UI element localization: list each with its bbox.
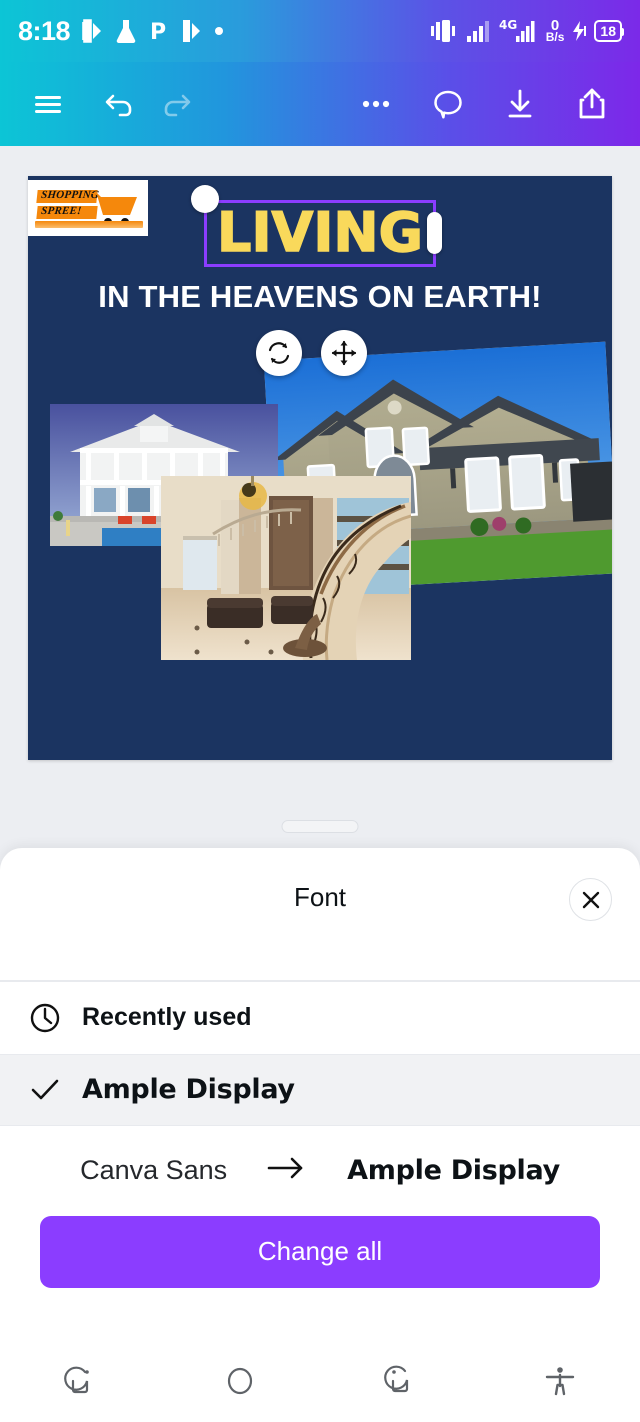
- battery-indicator: 18: [594, 19, 624, 43]
- recently-used-label: Recently used: [82, 1003, 252, 1031]
- sheet-drag-handle[interactable]: [281, 820, 359, 833]
- headline-text[interactable]: LIVING: [216, 204, 423, 262]
- font-compare-from: Canva Sans: [80, 1155, 228, 1185]
- p-icon: P: [149, 18, 169, 44]
- sheet-title: Font: [293, 882, 347, 912]
- font-option-label: Ample Display: [82, 1074, 295, 1105]
- headline-block: LIVING: [28, 185, 612, 267]
- media-badge-icon: [81, 18, 103, 44]
- status-bar-left: 8:18 P: [18, 15, 225, 46]
- photo-interior-staircase[interactable]: [161, 476, 411, 660]
- undo-icon: [105, 94, 132, 117]
- font-option-ample-display[interactable]: Ample Display: [0, 1053, 640, 1126]
- media-badge-icon: [180, 18, 202, 44]
- status-bar: 8:18 P 4G 0 B/s 18: [0, 0, 640, 62]
- arrow-right-icon: [265, 1154, 309, 1187]
- move-object-button[interactable]: [321, 330, 367, 376]
- undo-button[interactable]: [92, 76, 148, 132]
- editor-area: SHOPPING SPREE! LIVING IN THE HEAVENS ON…: [0, 146, 640, 846]
- design-canvas[interactable]: SHOPPING SPREE! LIVING IN THE HEAVENS ON…: [28, 176, 612, 760]
- font-compare-row: Canva Sans Ample Display: [0, 1126, 640, 1216]
- recents-button[interactable]: [0, 1340, 160, 1422]
- recents-icon: [64, 1366, 89, 1394]
- flask-icon: [114, 18, 138, 44]
- more-options-icon: [362, 100, 390, 108]
- redo-icon: [164, 94, 191, 117]
- comment-button[interactable]: [420, 76, 476, 132]
- download-icon: [508, 89, 532, 118]
- check-icon: [28, 1073, 82, 1107]
- data-rate-unit: B/s: [545, 30, 565, 45]
- font-compare-to: Ample Display: [347, 1155, 560, 1186]
- recently-used-row[interactable]: Recently used: [0, 982, 640, 1054]
- dot-icon: [213, 25, 225, 37]
- accessibility-button[interactable]: [480, 1340, 640, 1422]
- close-icon: [582, 891, 599, 908]
- move-icon: [331, 340, 357, 366]
- share-icon: [579, 88, 605, 119]
- change-all-button[interactable]: Change all: [40, 1215, 600, 1288]
- accessibility-icon: [545, 1367, 575, 1396]
- headline-selection-box[interactable]: LIVING: [191, 185, 442, 267]
- sheet-header: Font: [0, 848, 640, 980]
- phone-screen: 8:18 P 4G 0 B/s 18 SHOPPING SPREE! LIVIN…: [0, 0, 640, 1422]
- status-bar-right: 4G 0 B/s 18: [429, 18, 624, 45]
- status-bar-clock: 8:18: [18, 15, 71, 46]
- rotate-handle[interactable]: [191, 185, 220, 213]
- svg-text:4G: 4G: [499, 18, 517, 32]
- back-icon: [384, 1365, 409, 1393]
- resize-handle[interactable]: [426, 212, 442, 255]
- cta-wrapper: Change all: [0, 1215, 640, 1288]
- menu-icon: [35, 96, 61, 113]
- subtitle-text[interactable]: IN THE HEAVENS ON EARTH!: [28, 279, 612, 315]
- rotate-icon: [268, 342, 290, 364]
- home-icon: [227, 1367, 253, 1395]
- signal-4g-icon: 4G: [499, 18, 539, 44]
- vibrate-icon: [429, 18, 459, 44]
- redo-button[interactable]: [148, 76, 204, 132]
- close-sheet-button[interactable]: [569, 878, 612, 921]
- download-button[interactable]: [492, 76, 548, 132]
- share-button[interactable]: [564, 76, 620, 132]
- rotate-object-button[interactable]: [256, 330, 302, 376]
- svg-text:P: P: [150, 20, 166, 44]
- more-options-button[interactable]: [348, 76, 404, 132]
- android-nav-bar: [0, 1340, 640, 1422]
- font-bottom-sheet: Font Recently used Ample Display Canva S…: [0, 848, 640, 1340]
- app-toolbar: [0, 62, 640, 146]
- comment-icon: [434, 90, 462, 119]
- charging-bolt-icon: [571, 20, 587, 42]
- menu-button[interactable]: [20, 76, 76, 132]
- home-button[interactable]: [160, 1340, 320, 1422]
- signal-bars-icon: [466, 18, 492, 44]
- back-button[interactable]: [320, 1340, 480, 1422]
- clock-icon: [28, 1001, 82, 1035]
- data-rate-indicator: 0 B/s: [545, 18, 565, 45]
